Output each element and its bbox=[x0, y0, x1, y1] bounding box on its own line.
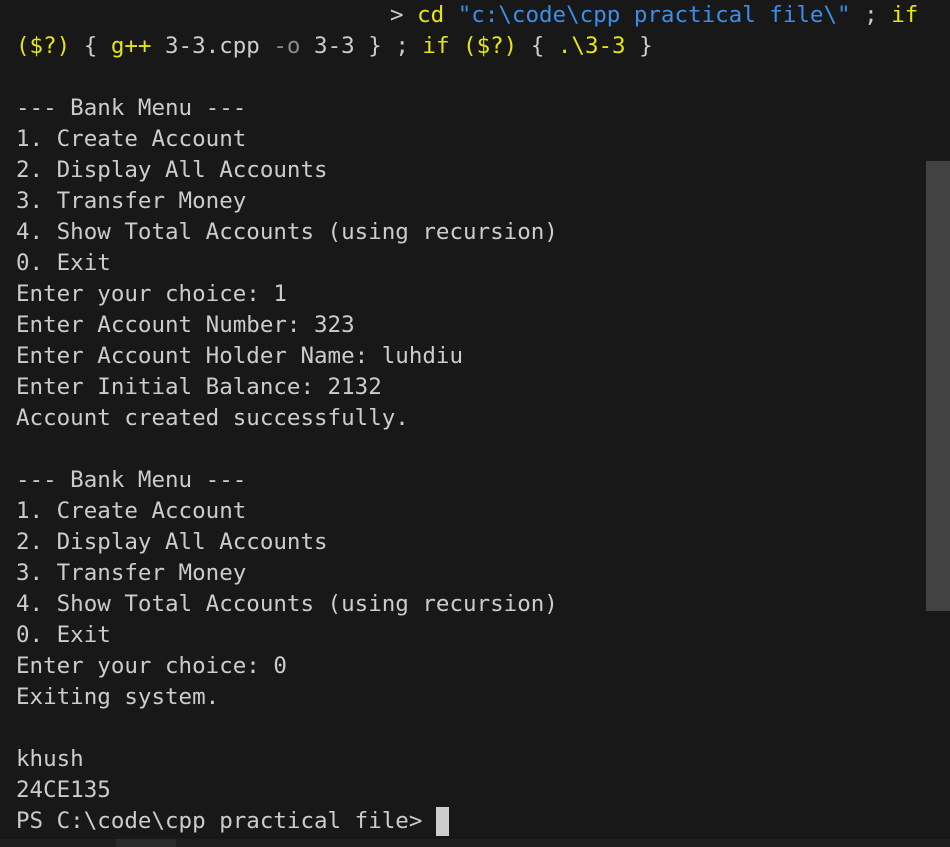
brace: } bbox=[368, 33, 382, 59]
condition: ($?) bbox=[16, 33, 71, 59]
if-keyword: if bbox=[422, 33, 450, 59]
brace: { bbox=[530, 33, 545, 59]
path-argument: "c:\code\cpp practical file\" bbox=[457, 2, 851, 28]
shell-prompt-line[interactable]: PS C:\code\cpp practical file> bbox=[16, 806, 449, 837]
condition: ($?) bbox=[463, 33, 518, 59]
student-id: 24CE135 bbox=[16, 777, 111, 803]
menu-option: 2. Display All Accounts bbox=[16, 157, 328, 183]
menu-title: --- Bank Menu --- bbox=[16, 95, 247, 121]
command-line-part1: > cd "c:\code\cpp practical file\" ; if bbox=[390, 0, 918, 31]
scrollbar-track[interactable] bbox=[926, 0, 950, 847]
brace: } bbox=[639, 33, 653, 59]
menu-option: 0. Exit bbox=[16, 622, 111, 648]
output-flag: -o bbox=[273, 33, 301, 59]
menu-option: 4. Show Total Accounts (using recursion) bbox=[16, 591, 558, 617]
account-number-prompt: Enter Account Number: 323 bbox=[16, 312, 355, 338]
menu-option: 3. Transfer Money bbox=[16, 560, 247, 586]
panel-bottom-edge bbox=[0, 839, 950, 847]
cd-keyword: cd bbox=[417, 2, 445, 28]
brace: { bbox=[83, 33, 98, 59]
menu-title: --- Bank Menu --- bbox=[16, 467, 247, 493]
powershell-prompt: PS C:\code\cpp practical file> bbox=[16, 808, 423, 834]
prompt-symbol: > bbox=[390, 2, 404, 28]
command-line-part2: ($?) { g++ 3-3.cpp -o 3-3 } ; if ($?) { … bbox=[16, 31, 653, 62]
output-name: 3-3 bbox=[314, 33, 355, 59]
menu-option: 3. Transfer Money bbox=[16, 188, 247, 214]
holder-name-prompt: Enter Account Holder Name: luhdiu bbox=[16, 343, 464, 369]
run-command: .\3-3 bbox=[557, 33, 626, 59]
choice-prompt: Enter your choice: 0 bbox=[16, 653, 287, 679]
separator: ; bbox=[395, 33, 409, 59]
initial-balance-prompt: Enter Initial Balance: 2132 bbox=[16, 374, 382, 400]
menu-option: 2. Display All Accounts bbox=[16, 529, 328, 555]
source-file: 3-3.cpp bbox=[165, 33, 260, 59]
choice-prompt: Enter your choice: 1 bbox=[16, 281, 287, 307]
terminal-panel[interactable]: > cd "c:\code\cpp practical file\" ; if … bbox=[0, 0, 950, 847]
result-message: Exiting system. bbox=[16, 684, 220, 710]
separator: ; bbox=[864, 2, 878, 28]
if-keyword: if bbox=[891, 2, 919, 28]
student-name: khush bbox=[16, 746, 84, 772]
menu-option: 4. Show Total Accounts (using recursion) bbox=[16, 219, 558, 245]
gpp-command: g++ bbox=[110, 33, 152, 59]
bottom-tab[interactable] bbox=[116, 839, 176, 847]
menu-option: 1. Create Account bbox=[16, 126, 247, 152]
text-cursor bbox=[435, 807, 449, 836]
menu-option: 0. Exit bbox=[16, 250, 111, 276]
result-message: Account created successfully. bbox=[16, 405, 409, 431]
menu-option: 1. Create Account bbox=[16, 498, 247, 524]
scrollbar-thumb[interactable] bbox=[926, 161, 950, 611]
